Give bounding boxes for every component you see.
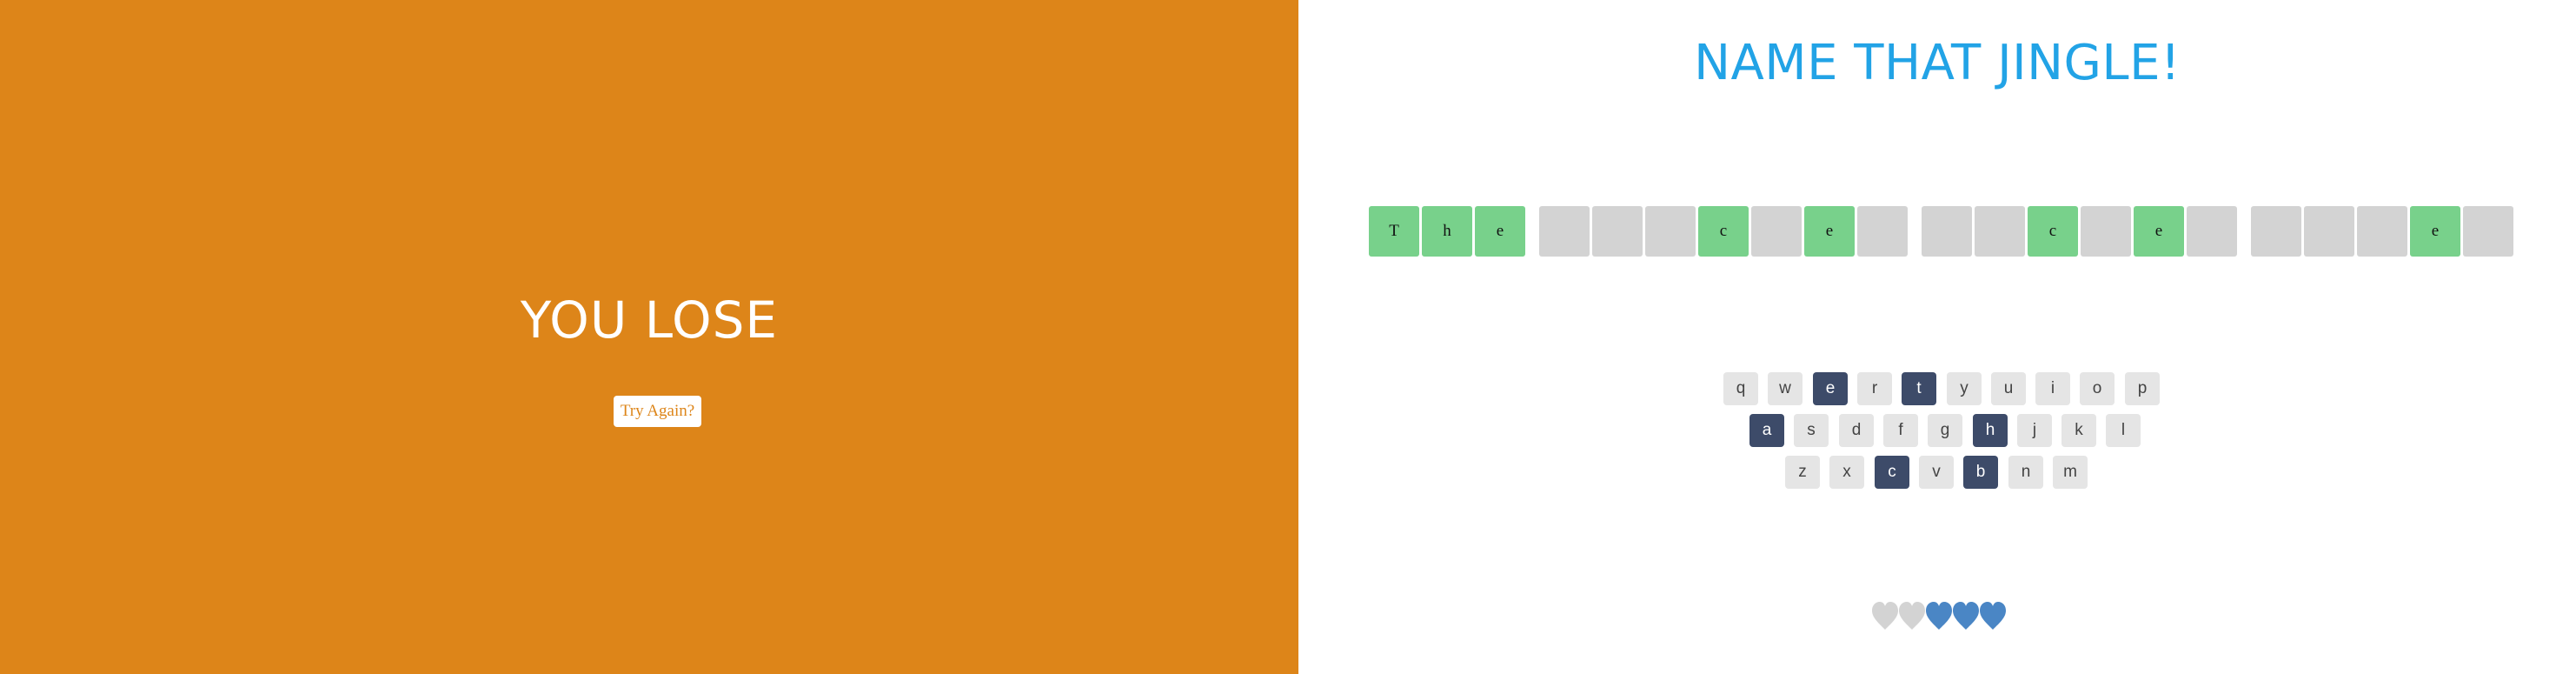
lose-overlay: YOU LOSE Try Again? <box>0 0 1298 674</box>
key-e[interactable]: e <box>1813 372 1848 405</box>
letter-tile-hidden <box>1857 206 1908 257</box>
letter-tile-hidden <box>1975 206 2025 257</box>
heart-full-icon <box>1953 602 1979 630</box>
key-h[interactable]: h <box>1973 414 2008 447</box>
key-s[interactable]: s <box>1794 414 1829 447</box>
letter-tile-revealed: e <box>2134 206 2184 257</box>
key-l[interactable]: l <box>2106 414 2141 447</box>
key-x[interactable]: x <box>1829 456 1864 489</box>
letter-tile-hidden <box>1539 206 1590 257</box>
key-m[interactable]: m <box>2053 456 2088 489</box>
key-t[interactable]: t <box>1902 372 1936 405</box>
key-z[interactable]: z <box>1785 456 1820 489</box>
letter-tile-hidden <box>2251 206 2301 257</box>
heart-full-icon <box>1926 602 1952 630</box>
letter-tile-revealed: e <box>1475 206 1525 257</box>
key-w[interactable]: w <box>1768 372 1803 405</box>
letter-tile-hidden <box>2081 206 2131 257</box>
letter-tile-hidden <box>1592 206 1643 257</box>
letter-tile-revealed: e <box>2410 206 2460 257</box>
key-u[interactable]: u <box>1991 372 2026 405</box>
key-f[interactable]: f <box>1883 414 1918 447</box>
game-title: NAME THAT JINGLE! <box>1694 35 2181 91</box>
key-o[interactable]: o <box>2080 372 2115 405</box>
key-k[interactable]: k <box>2061 414 2096 447</box>
heart-full-icon <box>1980 602 2006 630</box>
letter-tile-revealed: c <box>2028 206 2078 257</box>
key-a[interactable]: a <box>1749 414 1784 447</box>
letter-tile-hidden <box>1751 206 1802 257</box>
letter-tile-hidden <box>2304 206 2354 257</box>
letter-tile-hidden <box>2187 206 2237 257</box>
letter-tile-revealed: T <box>1369 206 1419 257</box>
key-r[interactable]: r <box>1857 372 1892 405</box>
key-n[interactable]: n <box>2008 456 2043 489</box>
letter-tile-revealed: h <box>1422 206 1472 257</box>
letter-tile-hidden <box>1922 206 1972 257</box>
heart-empty-icon <box>1872 602 1898 630</box>
letter-tile-hidden <box>2357 206 2407 257</box>
key-d[interactable]: d <box>1839 414 1874 447</box>
key-j[interactable]: j <box>2017 414 2052 447</box>
key-g[interactable]: g <box>1928 414 1962 447</box>
key-b[interactable]: b <box>1963 456 1998 489</box>
try-again-button[interactable]: Try Again? <box>614 396 701 427</box>
letter-tile-hidden <box>1645 206 1696 257</box>
letter-tile-hidden <box>2463 206 2513 257</box>
heart-empty-icon <box>1899 602 1925 630</box>
key-p[interactable]: p <box>2125 372 2160 405</box>
key-c[interactable]: c <box>1875 456 1909 489</box>
letter-tile-revealed: c <box>1698 206 1749 257</box>
key-y[interactable]: y <box>1947 372 1982 405</box>
lose-title: YOU LOSE <box>520 290 779 350</box>
key-v[interactable]: v <box>1919 456 1954 489</box>
key-i[interactable]: i <box>2035 372 2070 405</box>
letter-tile-revealed: e <box>1804 206 1855 257</box>
key-q[interactable]: q <box>1723 372 1758 405</box>
